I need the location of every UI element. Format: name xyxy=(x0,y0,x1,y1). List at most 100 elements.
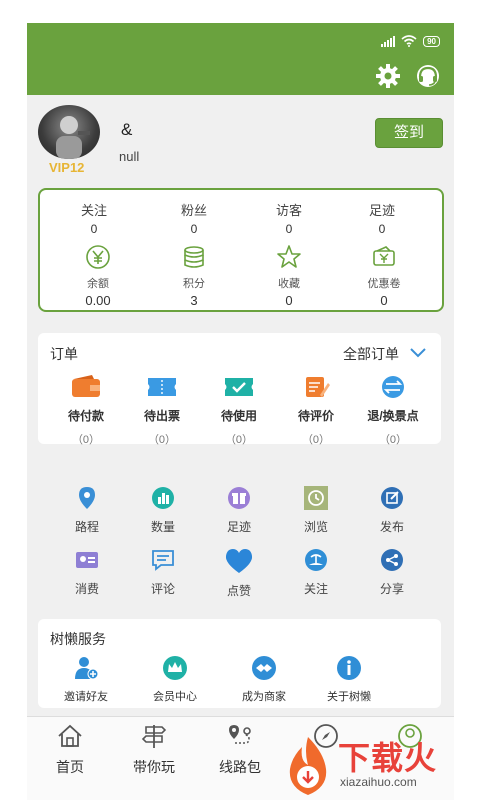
wallet-label: 余额 xyxy=(87,278,109,290)
watermark: 下载火 xiazaihuo.com xyxy=(280,731,480,800)
stat-fans[interactable]: 粉丝 0 xyxy=(159,200,229,236)
orders-title: 订单 xyxy=(50,346,78,362)
order-label: 退/换景点 xyxy=(367,409,419,423)
stat-footprints[interactable]: 足迹 0 xyxy=(347,200,417,236)
feature-footprint[interactable]: 足迹 xyxy=(204,486,274,535)
handshake-icon xyxy=(252,656,276,680)
feature-share[interactable]: 分享 xyxy=(357,548,427,597)
service-about[interactable]: 关于树懒 xyxy=(309,655,389,704)
stat-value: 0 xyxy=(378,222,386,236)
status-bar: 90 xyxy=(381,35,440,47)
order-count: （0） xyxy=(224,434,254,446)
order-refund-exchange[interactable]: 退/换景点 （0） xyxy=(358,375,428,447)
service-label: 成为商家 xyxy=(242,691,286,703)
order-label: 待付款 xyxy=(67,409,104,423)
profile-section: VIP12 & null 签到 xyxy=(27,95,454,185)
service-become-merchant[interactable]: 成为商家 xyxy=(224,655,304,704)
ticket-icon xyxy=(148,378,176,396)
feature-browse[interactable]: 浏览 xyxy=(281,486,351,535)
route-icon xyxy=(229,725,251,744)
order-count: （0） xyxy=(147,434,177,446)
feature-follow[interactable]: 关注 xyxy=(281,548,351,597)
tab-route-package[interactable]: 线路包 xyxy=(200,723,280,777)
wallet-value: 3 xyxy=(190,293,198,308)
chevron-down-icon[interactable] xyxy=(409,347,427,359)
tab-label: 线路包 xyxy=(219,759,261,775)
service-label: 邀请好友 xyxy=(64,691,108,703)
stat-visitors[interactable]: 访客 0 xyxy=(254,200,324,236)
order-count: （0） xyxy=(301,434,331,446)
wallet-value: 0 xyxy=(380,293,388,308)
feature-comment[interactable]: 评论 xyxy=(128,548,198,597)
service-label: 关于树懒 xyxy=(327,691,371,703)
stat-following[interactable]: 关注 0 xyxy=(59,200,129,236)
orders-card: 订单 全部订单 待付款 （0） 待出票 （0） 待使用 （0） 待评价 （0） … xyxy=(38,333,441,447)
exchange-icon xyxy=(382,376,404,398)
all-orders-link[interactable]: 全部订单 xyxy=(343,344,399,364)
service-label: 会员中心 xyxy=(153,691,197,703)
order-pending-payment[interactable]: 待付款 （0） xyxy=(51,375,121,447)
feature-like[interactable]: 点赞 xyxy=(204,548,274,599)
clock-icon xyxy=(304,486,328,510)
stats-card: 关注 0 粉丝 0 访客 0 足迹 0 余额 0.00 积分 3 收藏 0 优惠… xyxy=(38,188,444,312)
wallet-coupons[interactable]: 优惠卷 0 xyxy=(344,244,424,308)
wallet-icon xyxy=(72,375,100,397)
feature-count[interactable]: 数量 xyxy=(128,486,198,535)
id-card-icon xyxy=(76,552,98,568)
top-header: 90 xyxy=(27,23,454,95)
app-screen: 90 VIP12 & null 签到 关注 0 粉丝 0 访客 0 足迹 0 余… xyxy=(27,23,454,800)
feature-label: 消费 xyxy=(74,582,99,596)
service-member-center[interactable]: 会员中心 xyxy=(135,655,215,704)
feature-label: 路程 xyxy=(74,520,99,534)
comment-icon xyxy=(152,550,174,571)
wallet-balance[interactable]: 余额 0.00 xyxy=(58,244,138,308)
stat-value: 0 xyxy=(90,222,98,236)
coins-icon xyxy=(184,246,204,268)
service-invite-friends[interactable]: 邀请好友 xyxy=(46,655,126,704)
tab-play-with-you[interactable]: 带你玩 xyxy=(114,723,194,777)
review-icon xyxy=(306,377,330,397)
user-subtitle: null xyxy=(119,149,140,164)
share-icon xyxy=(381,549,403,571)
wallet-label: 优惠卷 xyxy=(367,278,401,290)
feature-label: 评论 xyxy=(150,582,175,596)
stat-value: 0 xyxy=(285,222,293,236)
wallet-value: 0 xyxy=(285,293,293,308)
heart-icon xyxy=(225,549,253,573)
battery-indicator: 90 xyxy=(423,35,440,47)
avatar[interactable] xyxy=(38,105,100,159)
services-card: 树懒服务 邀请好友 会员中心 成为商家 关于树懒 xyxy=(38,619,441,708)
feature-spending[interactable]: 消费 xyxy=(52,548,122,597)
order-to-use[interactable]: 待使用 （0） xyxy=(204,375,274,447)
feature-label: 分享 xyxy=(379,582,404,596)
wallet-label: 收藏 xyxy=(278,278,300,290)
feature-label: 足迹 xyxy=(226,520,251,534)
checkin-button[interactable]: 签到 xyxy=(375,118,443,148)
feature-publish[interactable]: 发布 xyxy=(357,486,427,535)
wallet-points[interactable]: 积分 3 xyxy=(154,244,234,308)
edit-icon xyxy=(381,487,403,509)
wallet-favorites[interactable]: 收藏 0 xyxy=(249,244,329,308)
order-to-review[interactable]: 待评价 （0） xyxy=(281,375,351,447)
headset-icon[interactable] xyxy=(415,63,441,89)
order-count: （0） xyxy=(71,434,101,446)
feature-label: 发布 xyxy=(379,520,404,534)
order-label: 待出票 xyxy=(143,409,180,423)
wallet-label: 积分 xyxy=(183,278,205,290)
order-pending-ticket[interactable]: 待出票 （0） xyxy=(127,375,197,447)
feature-label: 点赞 xyxy=(226,584,251,598)
gear-icon[interactable] xyxy=(375,63,401,89)
vip-badge: VIP12 xyxy=(49,160,85,175)
order-count: （0） xyxy=(378,434,408,446)
star-icon xyxy=(277,245,301,268)
order-label: 待使用 xyxy=(220,409,257,423)
feature-route[interactable]: 路程 xyxy=(52,486,122,535)
wallet-value: 0.00 xyxy=(85,293,111,308)
location-pin-icon xyxy=(79,487,95,509)
tab-home[interactable]: 首页 xyxy=(30,723,110,777)
tab-label: 带你玩 xyxy=(133,759,175,775)
bar-chart-icon xyxy=(152,487,174,509)
island-icon xyxy=(305,549,327,571)
signpost-icon xyxy=(141,725,167,748)
crown-icon xyxy=(163,656,187,680)
